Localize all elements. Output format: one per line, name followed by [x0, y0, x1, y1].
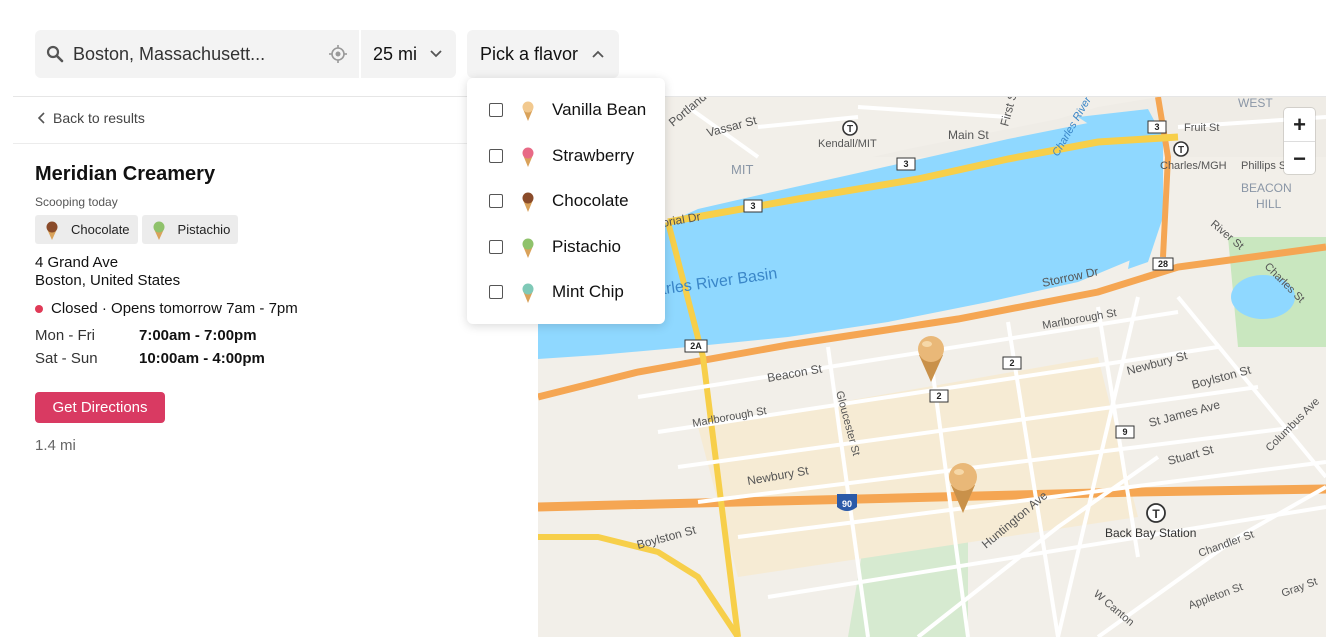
flavor-chips: Chocolate Pistachio — [35, 215, 239, 244]
address-line-2: Boston, United States — [35, 272, 181, 289]
open-status: Closed · Opens tomorrow 7am - 7pm — [35, 300, 298, 317]
status-text: Closed · Opens tomorrow 7am - 7pm — [51, 300, 298, 317]
divider — [359, 30, 361, 78]
search-icon — [46, 45, 64, 63]
flavor-checkbox[interactable] — [489, 285, 503, 299]
hours-time: 7:00am - 7:00pm — [139, 327, 257, 344]
chevron-up-icon — [592, 50, 604, 58]
map-label: MIT — [731, 162, 753, 177]
flavor-option[interactable]: Pistachio — [467, 227, 665, 267]
map-label: Phillips St — [1241, 160, 1289, 172]
my-location-icon[interactable] — [328, 44, 348, 64]
map-label: Fruit St — [1184, 122, 1219, 134]
pistachio-cone-icon — [153, 221, 165, 240]
chocolate-cone-icon — [46, 221, 58, 240]
search-bar: Boston, Massachusett... 25 mi — [35, 30, 456, 78]
flavor-filter-label: Pick a flavor — [480, 44, 579, 64]
map-label: Back Bay Station — [1105, 526, 1196, 540]
chevron-down-icon[interactable] — [429, 47, 443, 61]
map-label: BEACON — [1241, 181, 1292, 195]
route-shield: 9 — [1122, 427, 1127, 437]
flavor-checkbox[interactable] — [489, 149, 503, 163]
svg-text:T: T — [1178, 145, 1184, 156]
chip-label: Chocolate — [71, 222, 130, 237]
flavor-chip: Chocolate — [35, 215, 138, 244]
svg-text:T: T — [1152, 507, 1160, 521]
strawberry-cone-icon — [522, 147, 534, 167]
flavor-dropdown: Vanilla Bean Strawberry Chocolate Pistac… — [467, 78, 665, 324]
store-locator-app: Boston, Massachusett... 25 mi Pick a fla… — [0, 0, 1339, 637]
flavor-option[interactable]: Vanilla Bean — [467, 90, 665, 130]
hours-days: Sat - Sun — [35, 350, 98, 367]
scooping-today-label: Scooping today — [35, 195, 118, 209]
zoom-in-button[interactable]: + — [1284, 108, 1315, 141]
svg-text:T: T — [847, 124, 853, 135]
flavor-option[interactable]: Mint Chip — [467, 272, 665, 312]
route-shield: 2A — [690, 341, 702, 351]
flavor-option[interactable]: Chocolate — [467, 181, 665, 221]
chip-label: Pistachio — [177, 222, 231, 237]
location-input[interactable]: Boston, Massachusett... — [73, 44, 265, 65]
map-label: WEST — [1238, 97, 1273, 110]
hours-row: Mon - Fri 7:00am - 7:00pm — [35, 327, 265, 350]
route-shield: 3 — [903, 159, 908, 169]
vanilla-cone-icon — [522, 101, 534, 121]
map-label: Charles/MGH — [1160, 160, 1227, 172]
flavor-option[interactable]: Strawberry — [467, 136, 665, 176]
route-shield: 28 — [1158, 259, 1168, 269]
chocolate-cone-icon — [522, 192, 534, 212]
zoom-out-button[interactable]: − — [1284, 142, 1315, 175]
hours-days: Mon - Fri — [35, 327, 95, 344]
flavor-filter-button[interactable]: Pick a flavor — [467, 30, 619, 78]
back-to-results-link[interactable]: Back to results — [37, 110, 145, 126]
flavor-option-label: Mint Chip — [552, 282, 624, 301]
route-shield: 3 — [750, 201, 755, 211]
route-shield: 3 — [1154, 122, 1159, 132]
flavor-checkbox[interactable] — [489, 194, 503, 208]
hours-table: Mon - Fri 7:00am - 7:00pm Sat - Sun 10:0… — [35, 327, 265, 373]
flavor-option-label: Vanilla Bean — [552, 100, 647, 119]
flavor-checkbox[interactable] — [489, 240, 503, 254]
hours-row: Sat - Sun 10:00am - 4:00pm — [35, 350, 265, 373]
radius-select[interactable]: 25 mi — [373, 44, 417, 65]
store-name: Meridian Creamery — [35, 163, 216, 185]
divider — [13, 143, 538, 144]
flavor-chip: Pistachio — [141, 215, 239, 244]
route-shield: 2 — [936, 391, 941, 401]
flavor-option-label: Pistachio — [552, 237, 621, 256]
flavor-option-label: Chocolate — [552, 191, 629, 210]
map-label: Main St — [948, 128, 989, 142]
distance-text: 1.4 mi — [35, 437, 76, 454]
map-label: Kendall/MIT — [818, 138, 877, 150]
zoom-controls: + − — [1284, 108, 1315, 174]
get-directions-button[interactable]: Get Directions — [35, 392, 165, 423]
transit-icon: T — [1146, 503, 1166, 523]
flavor-checkbox[interactable] — [489, 103, 503, 117]
route-shield: 2 — [1009, 358, 1014, 368]
status-dot-icon — [35, 304, 43, 313]
back-label: Back to results — [53, 110, 145, 126]
transit-icon: T — [1173, 141, 1189, 157]
chevron-left-icon — [37, 112, 45, 124]
flavor-option-label: Strawberry — [552, 146, 635, 165]
hours-time: 10:00am - 4:00pm — [139, 350, 265, 367]
map-label: HILL — [1256, 197, 1282, 211]
route-shield: 90 — [842, 499, 852, 509]
transit-icon: T — [842, 120, 858, 136]
address-line-1: 4 Grand Ave — [35, 254, 119, 271]
pistachio-cone-icon — [522, 238, 534, 258]
mint-chip-cone-icon — [522, 283, 534, 303]
